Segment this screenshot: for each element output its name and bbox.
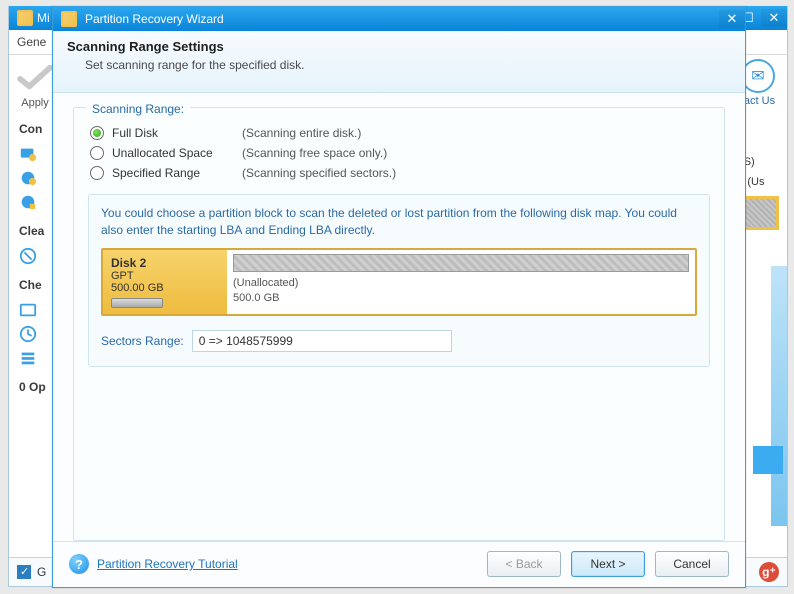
disk-partition-area[interactable]: (Unallocated) 500.0 GB (227, 250, 695, 314)
contact-label: tact Us (741, 95, 775, 107)
sidebar-icon[interactable] (19, 144, 45, 164)
wizard-header: Scanning Range Settings Set scanning ran… (53, 31, 745, 93)
sidebar-section: Con (9, 114, 54, 140)
cancel-button[interactable]: Cancel (655, 551, 729, 577)
main-close-button[interactable]: ✕ (761, 9, 787, 27)
next-button[interactable]: Next > (571, 551, 645, 577)
radio-unallocated-space[interactable]: Unallocated Space (Scanning free space o… (90, 146, 710, 160)
wizard-title: Partition Recovery Wizard (85, 12, 224, 26)
wizard-app-icon (61, 11, 77, 27)
apply-label: Apply (15, 97, 55, 109)
radio-desc: (Scanning free space only.) (242, 146, 387, 160)
radio-label: Full Disk (112, 126, 242, 140)
menu-item[interactable]: Gene (17, 35, 46, 49)
radio-icon (90, 146, 104, 160)
radio-icon (90, 126, 104, 140)
disk-name: Disk 2 (111, 256, 219, 270)
status-checkbox[interactable]: ✓ G (17, 565, 46, 579)
partition-size: 500.0 GB (233, 292, 279, 304)
back-button[interactable]: < Back (487, 551, 561, 577)
radio-label: Specified Range (112, 166, 242, 180)
selection-fragment (753, 446, 783, 474)
help-link[interactable]: Partition Recovery Tutorial (97, 557, 238, 571)
sidebar-icon[interactable] (19, 192, 45, 212)
app-icon (17, 10, 33, 26)
disk-info: Disk 2 GPT 500.00 GB (103, 250, 227, 314)
wizard-heading: Scanning Range Settings (67, 39, 731, 54)
disk-map-row[interactable]: Disk 2 GPT 500.00 GB (Unallocated) 500.0… (101, 248, 697, 316)
sectors-range-label: Sectors Range: (101, 334, 184, 348)
sectors-range-input[interactable]: 0 => 1048575999 (192, 330, 452, 352)
wizard-close-button[interactable]: ✕ (719, 10, 745, 28)
status-checkbox-label: G (37, 565, 46, 579)
wizard-titlebar: Partition Recovery Wizard ✕ (53, 7, 745, 31)
sectors-range-row: Sectors Range: 0 => 1048575999 (101, 330, 697, 352)
radio-label: Unallocated Space (112, 146, 242, 160)
check-icon (16, 62, 54, 92)
radio-icon (90, 166, 104, 180)
scanning-range-fieldset: Scanning Range: Full Disk (Scanning enti… (73, 107, 725, 541)
partition-label: (Unallocated) (233, 277, 298, 289)
apply-button[interactable]: Apply (15, 62, 55, 109)
sidebar-icon[interactable] (19, 168, 45, 188)
sidebar-icon[interactable] (19, 300, 45, 320)
hdd-icon (111, 298, 163, 308)
google-plus-icon[interactable]: g⁺ (759, 562, 779, 582)
fieldset-legend: Scanning Range: (86, 102, 190, 116)
radio-specified-range[interactable]: Specified Range (Scanning specified sect… (90, 166, 710, 180)
radio-desc: (Scanning specified sectors.) (242, 166, 396, 180)
wizard-subheading: Set scanning range for the specified dis… (85, 58, 731, 72)
radio-full-disk[interactable]: Full Disk (Scanning entire disk.) (90, 126, 710, 140)
help-area: ? Partition Recovery Tutorial (69, 554, 238, 574)
main-title: Mi (37, 11, 50, 25)
disk-size: 500.00 GB (111, 282, 219, 294)
partition-recovery-wizard: Partition Recovery Wizard ✕ Scanning Ran… (52, 6, 746, 588)
disk-map-description: You could choose a partition block to sc… (101, 205, 697, 239)
sidebar-section: 0 Op (9, 372, 54, 398)
sidebar-section: Clea (9, 216, 54, 242)
help-icon[interactable]: ? (69, 554, 89, 574)
wizard-footer: ? Partition Recovery Tutorial < Back Nex… (53, 541, 745, 587)
sidebar-icon[interactable] (19, 324, 45, 344)
disk-map-block: You could choose a partition block to sc… (88, 194, 710, 368)
scrollbar-fragment[interactable] (771, 266, 787, 526)
disk-type: GPT (111, 270, 219, 282)
sectors-range-value: 0 => 1048575999 (199, 334, 293, 348)
wizard-body: Scanning Range: Full Disk (Scanning enti… (53, 93, 745, 541)
mail-icon: ✉ (741, 59, 775, 93)
left-sidebar: Con Clea Che 0 Op (9, 114, 54, 556)
sidebar-section: Che (9, 270, 54, 296)
sidebar-icon[interactable] (19, 348, 45, 368)
sidebar-icon[interactable] (19, 246, 45, 266)
radio-desc: (Scanning entire disk.) (242, 126, 361, 140)
unallocated-bar[interactable] (233, 254, 689, 272)
